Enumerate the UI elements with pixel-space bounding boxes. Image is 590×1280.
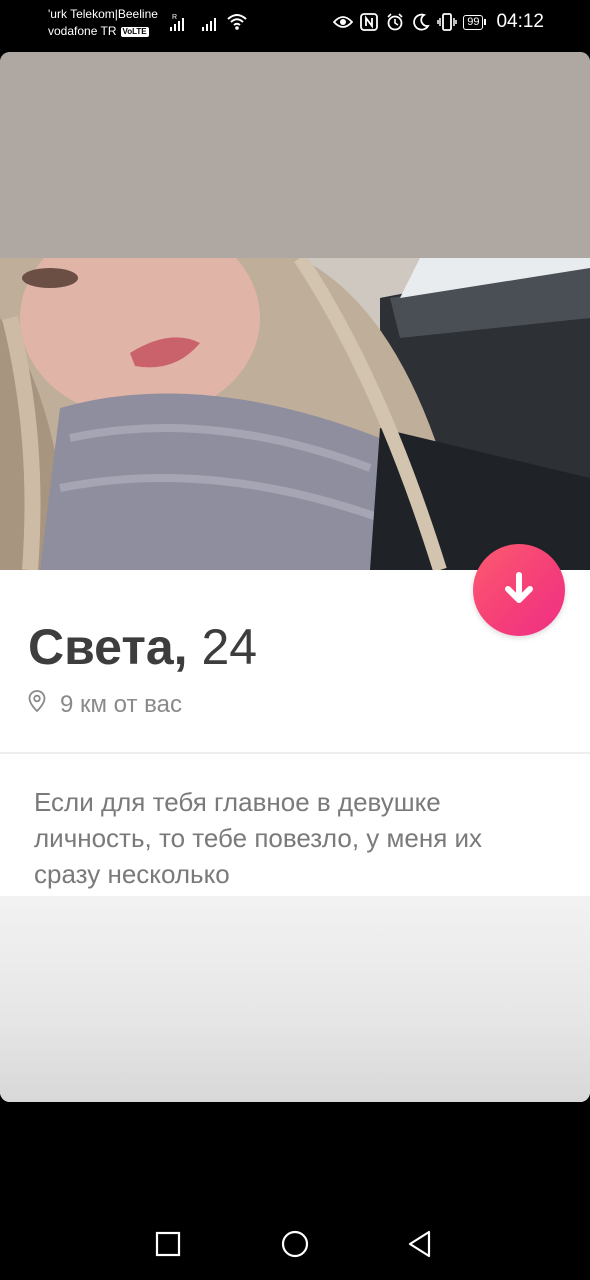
roaming-indicator: R — [172, 14, 177, 21]
do-not-disturb-icon — [411, 12, 431, 32]
recent-apps-icon — [155, 1231, 181, 1262]
collapse-profile-button[interactable] — [473, 544, 565, 636]
profile-age: 24 — [201, 619, 258, 675]
carrier-line-1: 'urk Telekom|Beeline — [48, 7, 158, 21]
clock: 04:12 — [496, 11, 544, 32]
location-pin-icon — [28, 690, 46, 719]
back-icon — [407, 1230, 433, 1263]
alarm-icon — [385, 12, 405, 32]
bio-text: Если для тебя главное в девушке личность… — [34, 787, 483, 889]
system-icons: 99 04:12 — [333, 10, 544, 34]
eye-comfort-icon — [333, 12, 354, 32]
bio-section: Если для тебя главное в девушке личность… — [0, 754, 590, 896]
home-button[interactable] — [275, 1226, 315, 1266]
nfc-icon — [359, 12, 379, 32]
volte-badge: VoLTE — [120, 26, 149, 37]
wifi-icon — [226, 12, 248, 32]
back-button[interactable] — [400, 1226, 440, 1266]
vibrate-icon — [437, 12, 457, 32]
system-nav-bar — [0, 1200, 590, 1280]
battery-icon: 99 — [463, 14, 487, 30]
status-bar: 'urk Telekom|Beeline vodafone TRVoLTE R — [0, 0, 590, 48]
name-age-heading: Света, 24 — [28, 618, 257, 676]
battery-level: 99 — [463, 14, 484, 30]
signal-icon: R — [168, 12, 190, 34]
home-icon — [281, 1230, 309, 1263]
recent-apps-button[interactable] — [148, 1226, 188, 1266]
profile-photo[interactable] — [0, 258, 590, 570]
photo-redacted-area — [0, 52, 590, 258]
carrier-line-2: vodafone TR — [48, 24, 117, 38]
distance-text: 9 км от вас — [60, 690, 182, 718]
carrier-info: 'urk Telekom|Beeline vodafone TR VoLTE — [48, 6, 158, 40]
profile-name: Света, — [28, 619, 188, 675]
arrow-down-icon — [501, 570, 537, 611]
card-bottom-fade — [0, 896, 590, 1102]
profile-card[interactable]: Света, 24 9 км от вас Если для тебя глав… — [0, 52, 590, 1102]
signal-icon — [200, 12, 222, 34]
distance-row: 9 км от вас — [28, 690, 182, 719]
